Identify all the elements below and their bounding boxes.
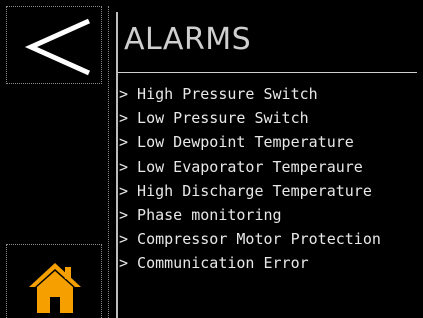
alarm-item-compressor-motor-protection[interactable]: > Compressor Motor Protection	[119, 227, 381, 251]
alarm-item-high-pressure-switch[interactable]: > High Pressure Switch	[119, 82, 381, 106]
panel-divider	[108, 6, 109, 318]
alarm-list: > High Pressure Switch > Low Pressure Sw…	[119, 82, 381, 276]
back-button[interactable]	[6, 6, 102, 84]
alarm-item-low-pressure-switch[interactable]: > Low Pressure Switch	[119, 106, 381, 130]
chevron-left-icon	[24, 18, 91, 76]
navigation-panel	[0, 0, 108, 318]
home-icon	[29, 263, 81, 313]
alarm-item-high-discharge-temperature[interactable]: > High Discharge Temperature	[119, 179, 381, 203]
title-divider	[118, 72, 417, 73]
content-border	[116, 12, 118, 318]
alarm-item-phase-monitoring[interactable]: > Phase monitoring	[119, 203, 381, 227]
alarm-item-low-dewpoint-temperature[interactable]: > Low Dewpoint Temperature	[119, 130, 381, 154]
alarm-item-low-evaporator-temperature[interactable]: > Low Evaporator Temperaure	[119, 155, 381, 179]
alarm-item-communication-error[interactable]: > Communication Error	[119, 251, 381, 275]
home-button[interactable]	[6, 244, 102, 318]
page-title: ALARMS	[124, 22, 252, 57]
